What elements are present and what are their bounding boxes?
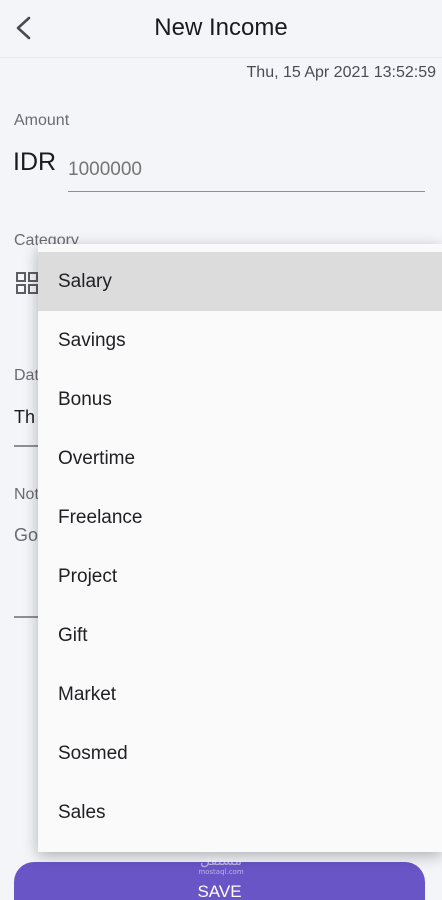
menu-item-freelance[interactable]: Freelance bbox=[38, 488, 442, 547]
menu-item-sales[interactable]: Sales bbox=[38, 783, 442, 842]
menu-item-market[interactable]: Market bbox=[38, 665, 442, 724]
watermark-sub: mostaql.com bbox=[198, 868, 244, 876]
menu-item-savings[interactable]: Savings bbox=[38, 311, 442, 370]
watermark: مستقل mostaql.com bbox=[193, 854, 249, 876]
date-value[interactable]: Th bbox=[14, 407, 35, 428]
page-title: New Income bbox=[154, 14, 288, 41]
currency-code: IDR bbox=[13, 148, 57, 176]
amount-input[interactable] bbox=[68, 148, 425, 192]
menu-item-overtime[interactable]: Overtime bbox=[38, 429, 442, 488]
note-value[interactable]: Go bbox=[14, 525, 38, 546]
menu-item-salary[interactable]: Salary bbox=[38, 252, 442, 311]
menu-item-bonus[interactable]: Bonus bbox=[38, 370, 442, 429]
menu-item-gift[interactable]: Gift bbox=[38, 606, 442, 665]
date-label: Dat bbox=[14, 367, 39, 384]
amount-label: Amount bbox=[14, 112, 70, 129]
note-label: Not bbox=[14, 486, 39, 503]
category-dropdown-menu: Salary Savings Bonus Overtime Freelance … bbox=[38, 244, 442, 852]
menu-item-sosmed[interactable]: Sosmed bbox=[38, 724, 442, 783]
timestamp: Thu, 15 Apr 2021 13:52:59 bbox=[246, 64, 436, 81]
app-bar: New Income bbox=[0, 0, 442, 58]
new-income-screen: New Income Thu, 15 Apr 2021 13:52:59 Amo… bbox=[0, 0, 442, 900]
menu-item-project[interactable]: Project bbox=[38, 547, 442, 606]
watermark-main: مستقل bbox=[200, 853, 242, 869]
grid-icon bbox=[16, 272, 38, 294]
